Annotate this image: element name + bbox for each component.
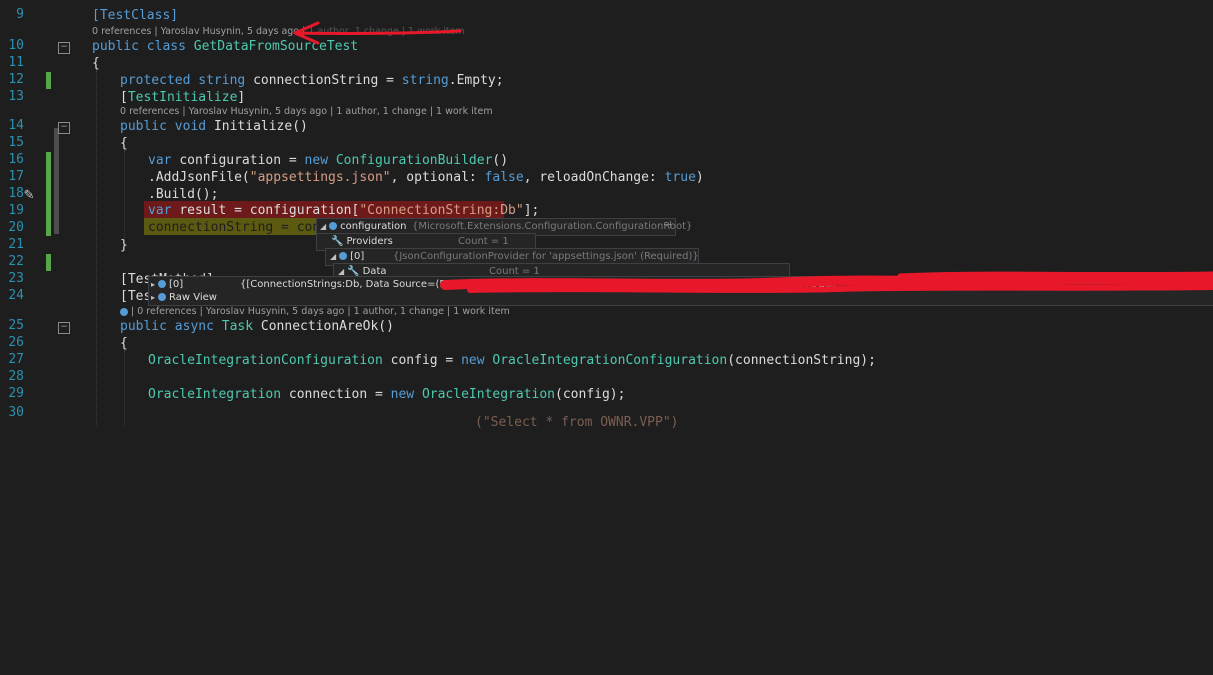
annotation-arrow — [293, 21, 462, 45]
code-editor[interactable]: 9 10 11 12 13 14 15 16 17 18 19 20 21 22… — [0, 0, 1213, 430]
redaction-scribble — [440, 271, 1213, 293]
annotation-overlay — [293, 21, 1213, 293]
